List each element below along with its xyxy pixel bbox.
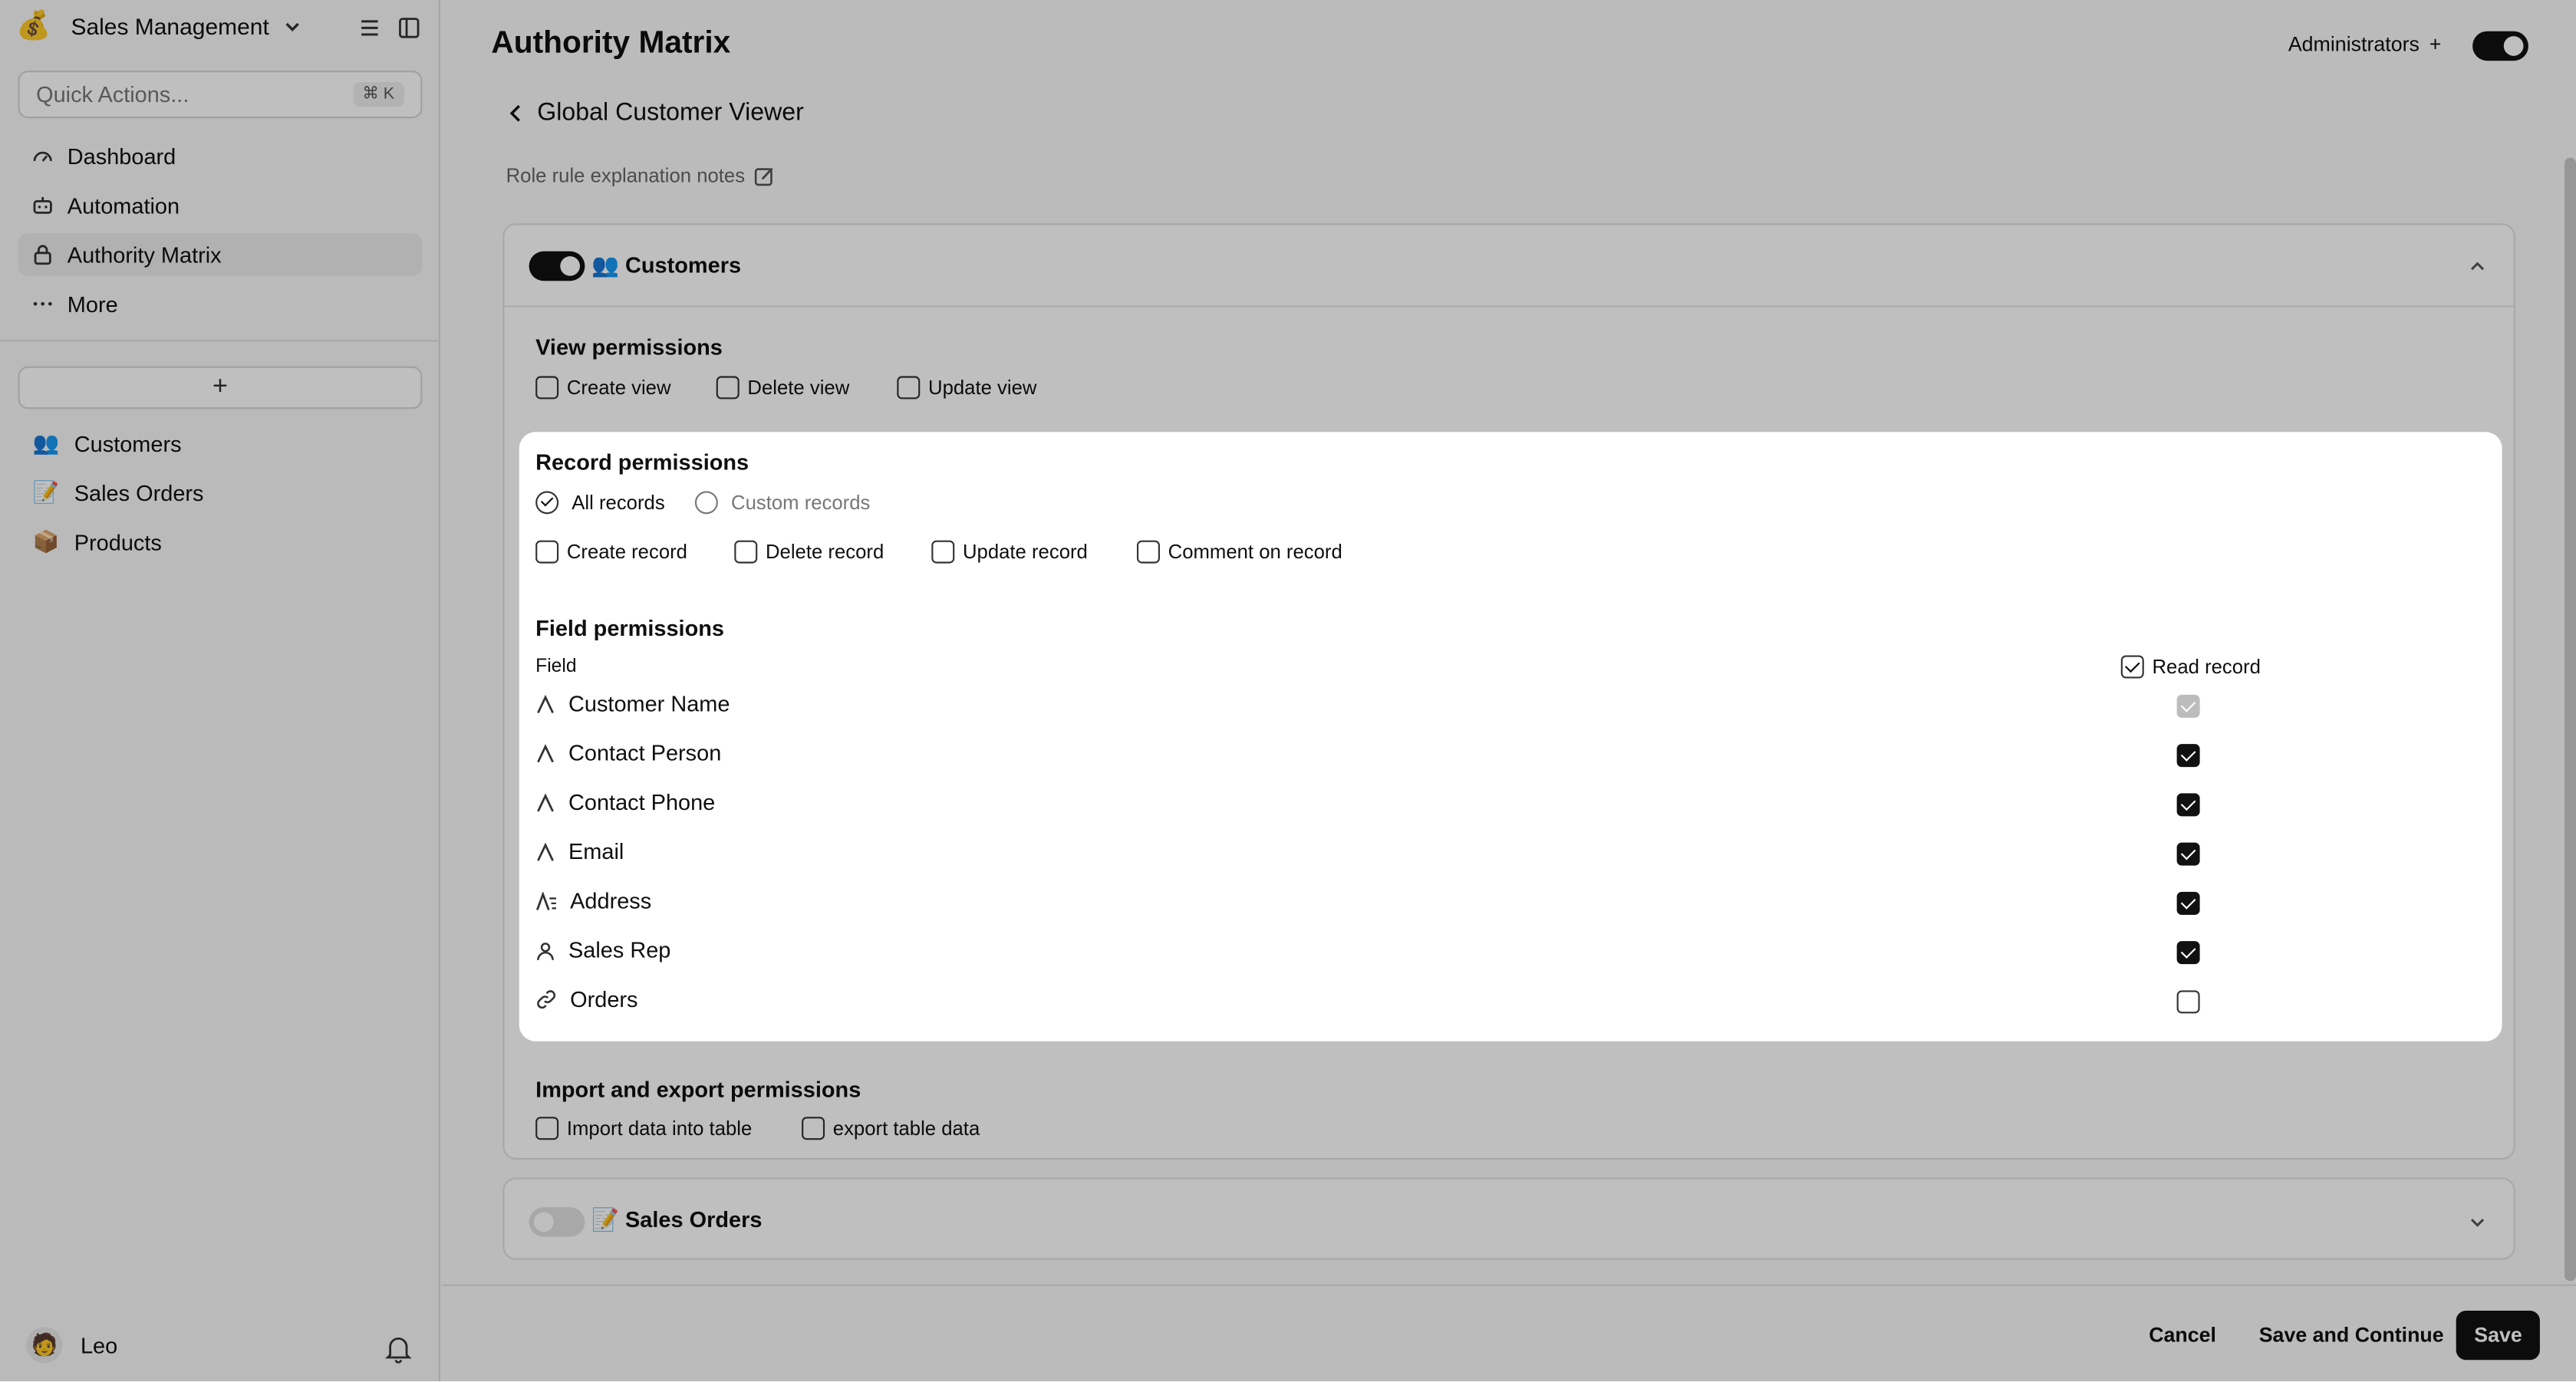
checkbox-box — [734, 540, 758, 564]
sales-rep-read-checkbox[interactable] — [2176, 941, 2200, 965]
read-record-header-checkbox[interactable]: Read record — [2120, 655, 2261, 679]
field-row: Contact Person — [535, 741, 721, 765]
option-label: All records — [572, 491, 665, 515]
text-icon — [537, 743, 554, 762]
checkbox-box — [1136, 540, 1160, 564]
field-column-header: Field — [535, 656, 577, 677]
field-row: Address — [535, 889, 651, 913]
checkbox-box — [2120, 655, 2144, 679]
contact-person-read-checkbox[interactable] — [2176, 744, 2200, 768]
record-permissions-panel: Record permissions All records Custom re… — [519, 432, 2502, 1041]
option-label: Update record — [962, 540, 1088, 564]
text-icon — [537, 693, 554, 712]
all-records-radio[interactable]: All records — [535, 491, 665, 515]
field-name: Contact Phone — [568, 790, 716, 815]
field-name: Orders — [570, 987, 638, 1012]
field-row: Customer Name — [535, 692, 730, 716]
field-name: Address — [570, 888, 652, 913]
customer-name-read-checkbox — [2176, 694, 2200, 718]
contact-phone-read-checkbox[interactable] — [2176, 793, 2200, 817]
orders-read-checkbox[interactable] — [2176, 990, 2200, 1014]
radio-circle — [535, 491, 559, 515]
field-name: Sales Rep — [568, 937, 671, 962]
option-label: Custom records — [731, 491, 871, 515]
update-record-checkbox[interactable]: Update record — [931, 540, 1088, 564]
field-row: Orders — [535, 987, 638, 1012]
field-permissions-title: Field permissions — [535, 616, 725, 641]
option-label: Create record — [566, 540, 687, 564]
option-label: Delete record — [765, 540, 884, 564]
field-row: Sales Rep — [535, 938, 670, 962]
create-record-checkbox[interactable]: Create record — [535, 540, 687, 564]
comment-record-checkbox[interactable]: Comment on record — [1136, 540, 1342, 564]
checkbox-box — [931, 540, 955, 564]
field-row: Contact Phone — [535, 790, 715, 814]
option-label: Read record — [2152, 655, 2261, 679]
field-name: Email — [568, 839, 624, 864]
field-row: Email — [535, 839, 624, 864]
custom-records-radio[interactable]: Custom records — [694, 491, 871, 515]
user-icon — [537, 941, 554, 959]
checkbox-box — [535, 540, 559, 564]
field-name: Customer Name — [568, 691, 730, 716]
radio-circle — [694, 491, 718, 515]
record-permissions-title: Record permissions — [535, 449, 749, 475]
address-read-checkbox[interactable] — [2176, 891, 2200, 915]
link-icon — [537, 990, 556, 1009]
text-icon — [537, 792, 554, 811]
option-label: Comment on record — [1168, 540, 1342, 564]
delete-record-checkbox[interactable]: Delete record — [734, 540, 884, 564]
long-text-icon — [535, 890, 556, 910]
field-name: Contact Person — [568, 740, 722, 765]
text-icon — [537, 841, 554, 860]
email-read-checkbox[interactable] — [2176, 842, 2200, 866]
